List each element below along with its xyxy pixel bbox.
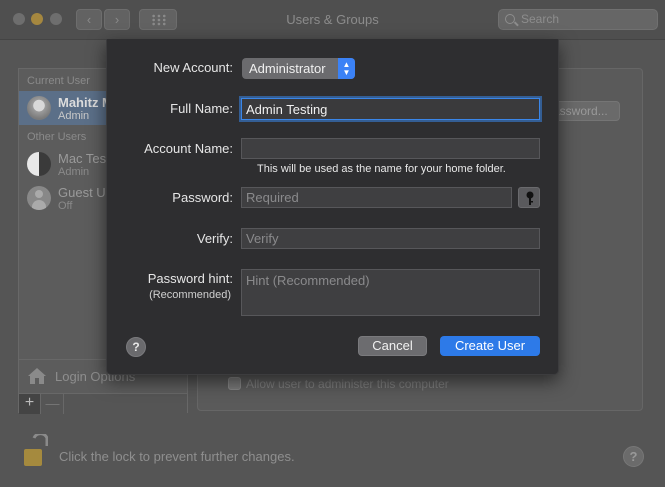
current-user-header: Current User — [27, 75, 90, 87]
account-type-value: Administrator — [249, 61, 326, 76]
allow-admin-checkbox[interactable] — [228, 377, 241, 390]
add-user-button[interactable]: + — [19, 394, 41, 414]
search-placeholder: Search — [521, 12, 560, 26]
user-role: Admin — [58, 110, 90, 122]
full-name-field[interactable] — [241, 98, 540, 120]
password-field[interactable] — [241, 187, 512, 208]
help-button[interactable]: ? — [623, 446, 644, 467]
password-hint-label: Password hint: — [147, 271, 233, 286]
create-user-button[interactable]: Create User — [440, 336, 540, 356]
house-icon — [28, 368, 46, 384]
guest-avatar-icon — [27, 186, 51, 210]
key-icon — [526, 191, 534, 205]
password-hint-sublabel: (Recommended) — [149, 289, 231, 301]
list-footer: + — — [19, 393, 187, 414]
account-name-label: Account Name: — [144, 141, 233, 156]
verify-label: Verify: — [196, 231, 233, 246]
title-bar: ‹ › Users & Groups Search — [0, 0, 665, 40]
account-type-popup[interactable]: Administrator ▲ ▼ — [242, 58, 355, 79]
account-name-note: This will be used as the name for your h… — [257, 163, 506, 175]
cancel-button[interactable]: Cancel — [358, 336, 427, 356]
search-icon — [505, 14, 515, 24]
remove-user-button[interactable]: — — [42, 394, 64, 414]
password-label: Password: — [172, 190, 233, 205]
full-name-label: Full Name: — [170, 101, 233, 116]
lock-icon[interactable] — [22, 434, 48, 468]
verify-field[interactable] — [241, 228, 540, 249]
password-assistant-button[interactable] — [518, 187, 540, 208]
new-account-sheet: New Account: Administrator ▲ ▼ Full Name:… — [106, 39, 559, 375]
up-down-chevron-icon: ▲ ▼ — [338, 58, 355, 79]
user-role: Off — [58, 200, 73, 212]
search-field[interactable]: Search — [498, 9, 658, 30]
password-hint-field[interactable] — [241, 269, 540, 316]
other-users-header: Other Users — [27, 131, 87, 143]
user-role: Admin — [58, 166, 90, 178]
new-account-label: New Account: — [153, 60, 234, 75]
allow-admin-label: Allow user to administer this computer — [246, 377, 449, 391]
account-name-field[interactable] — [241, 138, 540, 159]
yin-yang-avatar-icon — [27, 152, 51, 176]
user-avatar — [27, 96, 51, 120]
lock-message: Click the lock to prevent further change… — [59, 449, 295, 464]
sheet-help-button[interactable]: ? — [126, 337, 146, 357]
